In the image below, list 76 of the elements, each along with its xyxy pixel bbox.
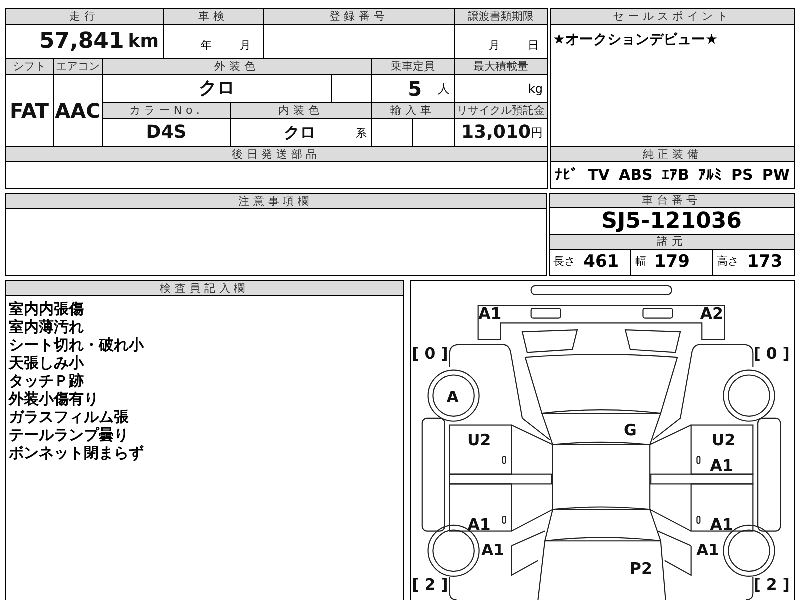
spec-label: 幅	[635, 254, 646, 270]
column-header: シフト	[6, 59, 53, 74]
shift-value: FAT	[6, 75, 53, 146]
equipment-item: PW	[762, 164, 790, 186]
spec-value: 179	[654, 250, 690, 274]
unit-label: 円	[531, 125, 543, 142]
damage-mark: G	[624, 420, 637, 440]
column-header: 内装色	[231, 103, 371, 118]
unit-label: 月	[240, 38, 251, 54]
section-header: 諸元	[550, 235, 794, 248]
recycle-fee-value: 13,010	[462, 121, 531, 145]
damage-mark: P2	[630, 559, 652, 578]
unit-label: 人	[438, 80, 450, 98]
column-header: 登録番号	[264, 9, 454, 24]
damage-mark: A1	[710, 456, 734, 476]
column-header: 譲渡書類期限	[455, 9, 547, 24]
inspector-note: 天張しみ小	[9, 354, 86, 372]
column-header: 車検	[164, 9, 263, 24]
mileage-value: 57,841	[39, 28, 124, 56]
aircon-value: AAC	[54, 75, 102, 146]
column-header: 後日発送部品	[6, 147, 547, 161]
color-number-value: D4S	[103, 119, 230, 146]
section-header: 車台番号	[550, 194, 794, 208]
section-header: セールスポイント	[551, 9, 794, 24]
column-header: エアコン	[54, 59, 102, 74]
damage-mark: A1	[696, 540, 720, 560]
column-header: カラーNo.	[103, 103, 230, 118]
damage-mark: A2	[700, 304, 724, 323]
unit-label: 年	[201, 38, 212, 54]
unit-label: kg	[528, 81, 543, 98]
damage-mark: [ 0 ]	[412, 344, 448, 364]
equipment-item: ABS	[619, 164, 653, 186]
inspector-note: ガラスフィルム張	[9, 408, 130, 426]
inspector-note: シート切れ・破れ小	[9, 336, 146, 354]
chassis-number: SJ5-121036	[550, 208, 794, 234]
inspector-note: ボンネット閉まらず	[9, 444, 145, 462]
equipment-item: PS	[732, 164, 754, 186]
column-header: リサイクル預託金	[455, 103, 547, 118]
inspector-note: タッチＰ跡	[9, 372, 85, 390]
damage-mark: A1	[710, 514, 734, 534]
interior-color-value: クロ	[284, 122, 316, 144]
exterior-color-value: クロ	[103, 75, 331, 102]
section-header: 純正装備	[551, 147, 794, 161]
section-header: 注意事項欄	[6, 194, 546, 208]
capacity-value: 5	[408, 76, 422, 102]
spec-label: 高さ	[717, 254, 740, 270]
damage-mark: U2	[468, 430, 492, 450]
column-header: 乗車定員	[372, 59, 454, 74]
unit-label: 系	[356, 126, 367, 142]
inspector-note: テールランプ曇り	[9, 426, 129, 444]
column-header: 最大積載量	[455, 59, 547, 74]
spec-value: 461	[584, 250, 620, 274]
equipment-item: TV	[588, 164, 610, 186]
spec-label: 長さ	[554, 254, 576, 270]
damage-mark: A	[446, 387, 459, 406]
damage-mark: U2	[712, 430, 736, 450]
damage-mark: [ 0 ]	[754, 344, 790, 364]
damage-mark: [ 2 ]	[412, 574, 448, 594]
spec-value: 173	[747, 250, 783, 274]
inspector-note: 室内内張傷	[9, 300, 85, 318]
section-header: 検査員記入欄	[6, 281, 403, 295]
inspector-note: 外装小傷有り	[9, 390, 100, 408]
damage-mark: [ 2 ]	[754, 574, 790, 594]
equipment-item: ｴｱB	[662, 164, 690, 186]
column-header: 走行	[6, 9, 163, 24]
column-header: 外装色	[103, 59, 371, 74]
equipment-item: ｱﾙﾐ	[698, 164, 722, 186]
damage-mark: A1	[482, 540, 505, 560]
unit-label: 月	[489, 38, 500, 54]
inspector-note: 室内薄汚れ	[9, 318, 85, 336]
sales-point-text: ★オークションデビュー★	[553, 32, 718, 48]
equipment-item: ﾅﾋﾞ	[555, 164, 579, 186]
unit-label: 日	[528, 38, 539, 54]
damage-mark: A1	[468, 514, 491, 534]
unit-label: km	[128, 30, 159, 54]
column-header: 輸入車	[372, 103, 454, 118]
